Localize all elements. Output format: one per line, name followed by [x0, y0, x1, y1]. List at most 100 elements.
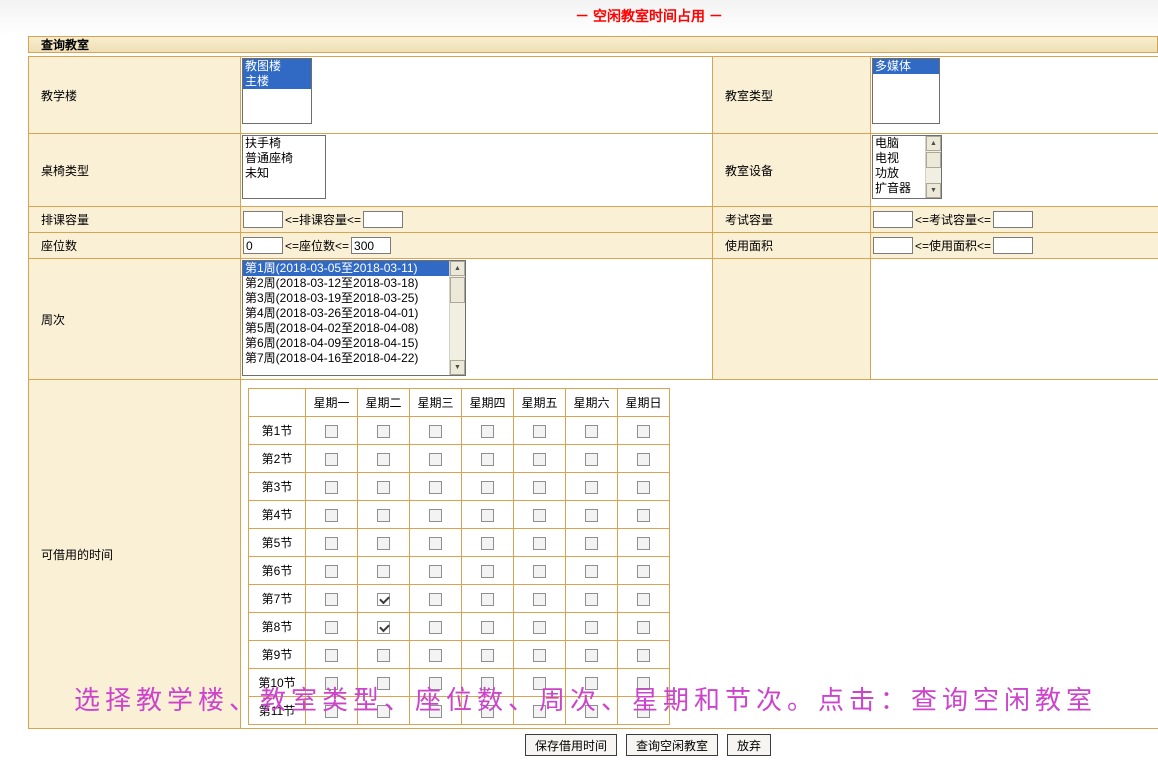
time-checkbox[interactable] — [481, 425, 494, 438]
time-checkbox[interactable] — [585, 537, 598, 550]
scroll-down-icon[interactable]: ▼ — [450, 360, 465, 375]
time-checkbox[interactable] — [585, 425, 598, 438]
time-checkbox[interactable] — [481, 481, 494, 494]
time-checkbox[interactable] — [429, 593, 442, 606]
time-checkbox[interactable] — [377, 453, 390, 466]
listbox-option[interactable]: 第6周(2018-04-09至2018-04-15) — [243, 336, 449, 351]
time-checkbox[interactable] — [429, 481, 442, 494]
time-checkbox[interactable] — [585, 481, 598, 494]
time-checkbox[interactable] — [481, 453, 494, 466]
time-checkbox[interactable] — [637, 593, 650, 606]
time-checkbox[interactable] — [377, 537, 390, 550]
time-checkbox[interactable] — [377, 621, 390, 634]
save-borrow-time-button[interactable]: 保存借用时间 — [525, 734, 617, 756]
time-checkbox[interactable] — [325, 453, 338, 466]
time-checkbox[interactable] — [533, 593, 546, 606]
listbox-option[interactable]: 主楼 — [243, 74, 311, 89]
teaching-building-listbox[interactable]: 教图楼主楼 — [242, 58, 312, 124]
seat-count-max-input[interactable] — [351, 237, 391, 254]
time-checkbox[interactable] — [585, 453, 598, 466]
query-free-classroom-button[interactable]: 查询空闲教室 — [626, 734, 718, 756]
time-checkbox[interactable] — [637, 509, 650, 522]
time-checkbox[interactable] — [377, 649, 390, 662]
time-checkbox[interactable] — [325, 649, 338, 662]
time-checkbox[interactable] — [325, 509, 338, 522]
time-checkbox[interactable] — [377, 593, 390, 606]
time-checkbox[interactable] — [637, 565, 650, 578]
exam-capacity-max-input[interactable] — [993, 211, 1033, 228]
listbox-option[interactable]: 第2周(2018-03-12至2018-03-18) — [243, 276, 449, 291]
listbox-option[interactable]: 功放 — [873, 166, 925, 181]
usable-area-min-input[interactable] — [873, 237, 913, 254]
week-listbox[interactable]: 第1周(2018-03-05至2018-03-11)第2周(2018-03-12… — [242, 260, 466, 376]
time-checkbox[interactable] — [533, 649, 546, 662]
time-checkbox[interactable] — [533, 425, 546, 438]
time-checkbox[interactable] — [481, 621, 494, 634]
exam-capacity-min-input[interactable] — [873, 211, 913, 228]
scrollbar-track[interactable] — [450, 276, 465, 360]
time-checkbox[interactable] — [585, 509, 598, 522]
time-checkbox[interactable] — [637, 453, 650, 466]
time-checkbox[interactable] — [481, 649, 494, 662]
time-checkbox[interactable] — [429, 621, 442, 634]
listbox-option[interactable]: 扩音器 — [873, 181, 925, 196]
time-checkbox[interactable] — [377, 509, 390, 522]
listbox-option[interactable]: 教图楼 — [243, 59, 311, 74]
seat-count-min-input[interactable] — [243, 237, 283, 254]
usable-area-max-input[interactable] — [993, 237, 1033, 254]
time-checkbox[interactable] — [429, 453, 442, 466]
time-checkbox[interactable] — [585, 649, 598, 662]
time-checkbox[interactable] — [325, 537, 338, 550]
time-checkbox[interactable] — [377, 565, 390, 578]
time-checkbox[interactable] — [533, 453, 546, 466]
time-checkbox[interactable] — [377, 481, 390, 494]
listbox-option[interactable]: 第1周(2018-03-05至2018-03-11) — [243, 261, 449, 276]
time-checkbox[interactable] — [533, 481, 546, 494]
time-checkbox[interactable] — [533, 621, 546, 634]
time-checkbox[interactable] — [325, 481, 338, 494]
scroll-down-icon[interactable]: ▼ — [926, 183, 941, 198]
time-checkbox[interactable] — [637, 537, 650, 550]
time-checkbox[interactable] — [585, 621, 598, 634]
time-checkbox[interactable] — [637, 425, 650, 438]
time-checkbox[interactable] — [325, 621, 338, 634]
scrollbar-track[interactable] — [926, 151, 941, 183]
week-scrollbar[interactable]: ▲ ▼ — [449, 261, 465, 375]
scroll-up-icon[interactable]: ▲ — [450, 261, 465, 276]
classroom-type-listbox[interactable]: 多媒体 — [872, 58, 940, 124]
time-checkbox[interactable] — [585, 565, 598, 578]
listbox-option[interactable]: 扶手椅 — [243, 136, 325, 151]
cancel-button[interactable]: 放弃 — [727, 734, 771, 756]
time-checkbox[interactable] — [429, 537, 442, 550]
time-checkbox[interactable] — [481, 593, 494, 606]
scrollbar-thumb[interactable] — [450, 277, 465, 303]
time-checkbox[interactable] — [637, 481, 650, 494]
listbox-option[interactable]: 未知 — [243, 166, 325, 181]
time-checkbox[interactable] — [481, 565, 494, 578]
desk-chair-type-listbox[interactable]: 扶手椅普通座椅未知 — [242, 135, 326, 199]
listbox-option[interactable]: 第4周(2018-03-26至2018-04-01) — [243, 306, 449, 321]
time-checkbox[interactable] — [481, 509, 494, 522]
listbox-option[interactable]: 电脑 — [873, 136, 925, 151]
listbox-option[interactable]: 电视 — [873, 151, 925, 166]
listbox-option[interactable]: 第7周(2018-04-16至2018-04-22) — [243, 351, 449, 366]
scheduling-capacity-max-input[interactable] — [363, 211, 403, 228]
time-checkbox[interactable] — [637, 621, 650, 634]
equipment-scrollbar[interactable]: ▲ ▼ — [925, 136, 941, 198]
scrollbar-thumb[interactable] — [926, 152, 941, 168]
time-checkbox[interactable] — [481, 537, 494, 550]
listbox-option[interactable]: 普通座椅 — [243, 151, 325, 166]
time-checkbox[interactable] — [325, 565, 338, 578]
time-checkbox[interactable] — [429, 509, 442, 522]
time-checkbox[interactable] — [325, 425, 338, 438]
time-checkbox[interactable] — [429, 649, 442, 662]
time-checkbox[interactable] — [429, 565, 442, 578]
time-checkbox[interactable] — [429, 425, 442, 438]
time-checkbox[interactable] — [533, 537, 546, 550]
time-checkbox[interactable] — [325, 593, 338, 606]
listbox-option[interactable]: 多媒体 — [873, 59, 939, 74]
listbox-option[interactable]: 第3周(2018-03-19至2018-03-25) — [243, 291, 449, 306]
classroom-equipment-listbox[interactable]: 电脑电视功放扩音器 ▲ ▼ — [872, 135, 942, 199]
scroll-up-icon[interactable]: ▲ — [926, 136, 941, 151]
listbox-option[interactable]: 第5周(2018-04-02至2018-04-08) — [243, 321, 449, 336]
